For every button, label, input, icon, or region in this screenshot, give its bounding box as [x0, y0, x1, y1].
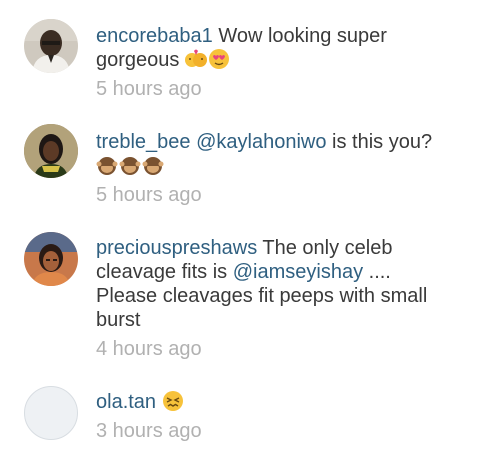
- see-no-evil-monkey-emoji: [96, 154, 118, 176]
- heart-eyes-emoji: [208, 48, 230, 70]
- comment-body: preciouspreshaws The only celeb cleavage…: [96, 236, 446, 332]
- avatar[interactable]: [24, 232, 78, 286]
- username-link[interactable]: ola.tan: [96, 391, 156, 413]
- avatar-image: [24, 232, 78, 286]
- see-no-evil-monkey-emoji: [119, 154, 141, 176]
- avatar-image: [24, 124, 78, 178]
- avatar-image: [24, 19, 78, 73]
- comment-body: ola.tan: [96, 390, 446, 414]
- avatar-placeholder[interactable]: [24, 386, 78, 440]
- kissing-couple-emoji: [184, 48, 207, 70]
- username-link[interactable]: encorebaba1: [96, 25, 213, 47]
- timestamp: 3 hours ago: [96, 420, 202, 442]
- comment-text: is this you?: [326, 131, 433, 153]
- comment-body: treble_bee @kaylahoniwo is this you?: [96, 130, 446, 178]
- confounded-face-emoji: [162, 390, 184, 412]
- username-link[interactable]: preciouspreshaws: [96, 237, 257, 259]
- timestamp: 4 hours ago: [96, 338, 202, 360]
- avatar[interactable]: [24, 124, 78, 178]
- timestamp: 5 hours ago: [96, 78, 202, 100]
- avatar[interactable]: [24, 19, 78, 73]
- mention-link[interactable]: @iamseyishay: [233, 261, 363, 283]
- timestamp: 5 hours ago: [96, 184, 202, 206]
- mention-link[interactable]: @kaylahoniwo: [196, 131, 326, 153]
- see-no-evil-monkey-emoji: [142, 154, 164, 176]
- username-link[interactable]: treble_bee: [96, 131, 191, 153]
- comment-body: encorebaba1 Wow looking super gorgeous: [96, 24, 446, 72]
